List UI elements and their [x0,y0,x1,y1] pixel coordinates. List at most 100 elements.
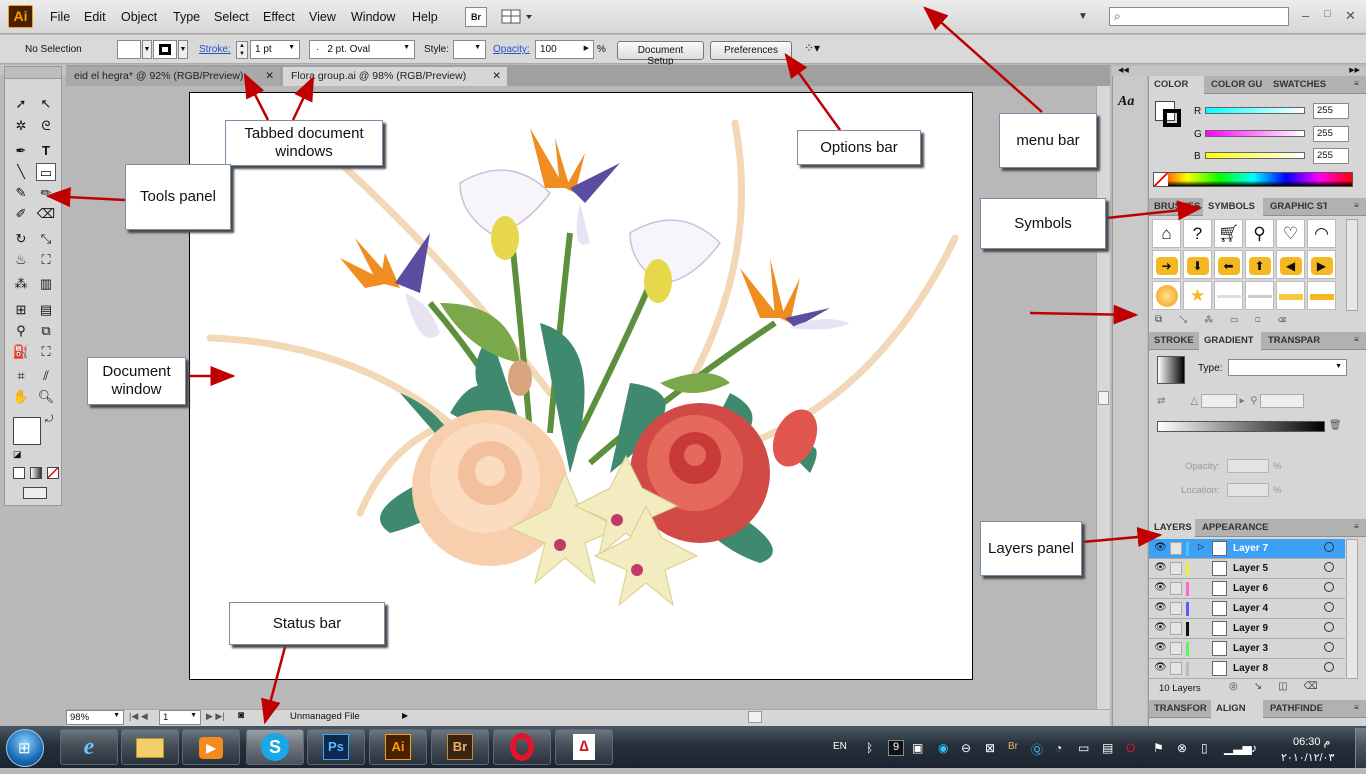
preferences-button[interactable]: Preferences [710,41,792,60]
lock-toggle[interactable] [1170,582,1182,595]
internet-explorer-icon[interactable]: e [60,729,118,765]
direct-selection-tool-icon[interactable]: ↖ [36,95,56,113]
stroke-dropdown-icon[interactable]: ▼ [178,40,188,59]
rotate-tool-icon[interactable]: ↻ [11,230,31,248]
type-tool-icon[interactable]: T [36,142,56,160]
show-desktop-button[interactable] [1355,728,1366,768]
status-menu-arrow-icon[interactable]: ▶ [402,711,408,720]
document-setup-button[interactable]: Document Setup [617,41,704,67]
tab-brushes[interactable]: BRUSHES [1149,198,1201,216]
menu-object[interactable]: Object [121,10,157,24]
target-icon[interactable] [1324,662,1334,672]
tray-network-icon[interactable]: ◉ [938,741,948,755]
action-center-flag-icon[interactable]: ⚑ [1153,741,1164,755]
tab-color[interactable]: COLOR [1149,76,1204,94]
color-stroke-icon[interactable] [1163,109,1181,127]
workspace-dropdown-icon[interactable]: ▼ [1078,11,1088,22]
search-icon[interactable]: ⚲ [1245,219,1274,248]
tray-opera-icon[interactable]: O [1126,741,1135,755]
layers-toolbar[interactable]: ◎↘◫⌫ [1229,681,1349,692]
tab-swatches[interactable]: SWATCHES [1268,76,1330,94]
tab-layers[interactable]: LAYERS [1149,519,1195,537]
opacity-field[interactable]: 100 ▶ [535,40,594,59]
tray-device-icon[interactable]: ▯ [1201,741,1208,755]
paintbrush-tool-icon[interactable]: ✎ [11,184,31,202]
maximize-button[interactable]: □ [1324,8,1331,20]
bar-icon[interactable] [1214,281,1243,310]
tab-transform[interactable]: TRANSFOR [1149,700,1209,718]
opacity-label[interactable]: Opacity: [493,44,530,55]
live-paint-selection-tool-icon[interactable]: ⛶ [36,343,56,361]
dock-expand-icon[interactable]: ▶▶ [1349,66,1360,74]
layer-row[interactable]: 👁︎ Layer 5 [1149,559,1345,579]
warp-tool-icon[interactable]: ♨ [11,251,31,269]
stroke-stepper[interactable]: ▲ ▼ [236,41,248,59]
artboard[interactable] [189,92,973,680]
visibility-eye-icon[interactable]: 👁︎ [1154,602,1167,613]
g-value-field[interactable]: 255 [1313,126,1349,142]
arrow-right-icon[interactable]: ➜ [1152,250,1181,279]
menu-view[interactable]: View [309,10,336,24]
arrange-documents-button[interactable] [500,7,538,27]
page-field[interactable]: 1 ▼ [159,710,201,725]
lock-toggle[interactable] [1170,642,1182,655]
photoshop-icon[interactable]: Ps [307,729,365,765]
zoom-field[interactable]: 98% ▼ [66,710,124,725]
menu-help[interactable]: Help [412,10,438,24]
cart-icon[interactable]: 🛒︎ [1214,219,1243,248]
gradient-location-field[interactable] [1227,483,1269,497]
lock-toggle[interactable] [1170,602,1182,615]
hand-tool-icon[interactable]: ✋ [11,388,31,406]
close-window-button[interactable]: ✕ [1345,8,1356,24]
stroke-weight-field[interactable]: 1 pt ▼ [250,40,300,59]
bridge-taskbar-icon[interactable]: Br [431,729,489,765]
stroke-swatch[interactable] [153,40,177,59]
tab-appearance[interactable]: APPEARANCE [1197,519,1275,537]
gradient-type-dropdown[interactable]: ▼ [1228,359,1347,376]
layer-row[interactable]: 👁︎ ▷ Layer 7 [1149,539,1345,559]
tray-nine-icon[interactable]: 9 [888,740,904,756]
b-value-field[interactable]: 255 [1313,148,1349,164]
search-input[interactable]: ⌕ [1109,7,1289,26]
eraser-tool-icon[interactable]: ⌫ [36,205,56,223]
live-paint-bucket-tool-icon[interactable]: ⛽ [11,343,31,361]
column-graph-tool-icon[interactable]: ▥ [36,275,56,293]
swap-colors-icon[interactable]: ⤾ [45,414,53,425]
clock-date[interactable]: ٢٠١٠/١٢/٠٣ [1281,751,1334,764]
blob-brush-tool-icon[interactable]: ✐ [11,205,31,223]
close-tab-icon[interactable]: ✕ [492,70,501,82]
arrow-right-icon[interactable]: ▶ [1307,250,1336,279]
panel-menu-icon[interactable]: ≡ [1349,519,1363,537]
lock-toggle[interactable] [1170,562,1182,575]
bar-icon[interactable] [1307,281,1336,310]
tray-monitor-icon[interactable]: ▭ [1078,741,1089,755]
visibility-eye-icon[interactable]: 👁︎ [1154,662,1167,673]
volume-icon[interactable]: ♪ [1251,741,1257,755]
visibility-eye-icon[interactable]: 👁︎ [1154,542,1167,553]
layer-row[interactable]: 👁︎ Layer 4 [1149,599,1345,619]
arrow-left-icon[interactable]: ⬅ [1214,250,1243,279]
r-slider[interactable] [1205,107,1305,114]
default-colors-icon[interactable]: ◪ [13,449,22,460]
menu-file[interactable]: File [50,10,70,24]
bar-icon[interactable] [1276,281,1305,310]
rss-icon[interactable]: ◠ [1307,219,1336,248]
target-icon[interactable] [1324,602,1334,612]
expand-layer-icon[interactable]: ▷ [1198,542,1204,551]
menu-select[interactable]: Select [214,10,249,24]
tab-symbols[interactable]: SYMBOLS [1203,198,1263,216]
character-panel-icon[interactable]: Aa [1118,94,1134,110]
tab-gradient[interactable]: GRADIENT [1199,332,1261,350]
heart-icon[interactable]: ♡ [1276,219,1305,248]
lock-toggle[interactable] [1170,622,1182,635]
screen-mode-icon[interactable] [23,487,47,499]
gradient-tool-icon[interactable]: ▤ [36,301,56,319]
tab-pathfinder[interactable]: PATHFINDE [1265,700,1329,718]
symbol-sprayer-tool-icon[interactable]: ⁂ [11,275,31,293]
horizontal-scroll-thumb[interactable] [748,711,762,723]
minimize-button[interactable]: – [1302,8,1309,23]
menu-window[interactable]: Window [351,10,395,24]
scale-tool-icon[interactable]: ⤡ [36,230,56,248]
visibility-eye-icon[interactable]: 👁︎ [1154,582,1167,593]
tray-clock-icon[interactable]: ◔ [1055,741,1062,755]
